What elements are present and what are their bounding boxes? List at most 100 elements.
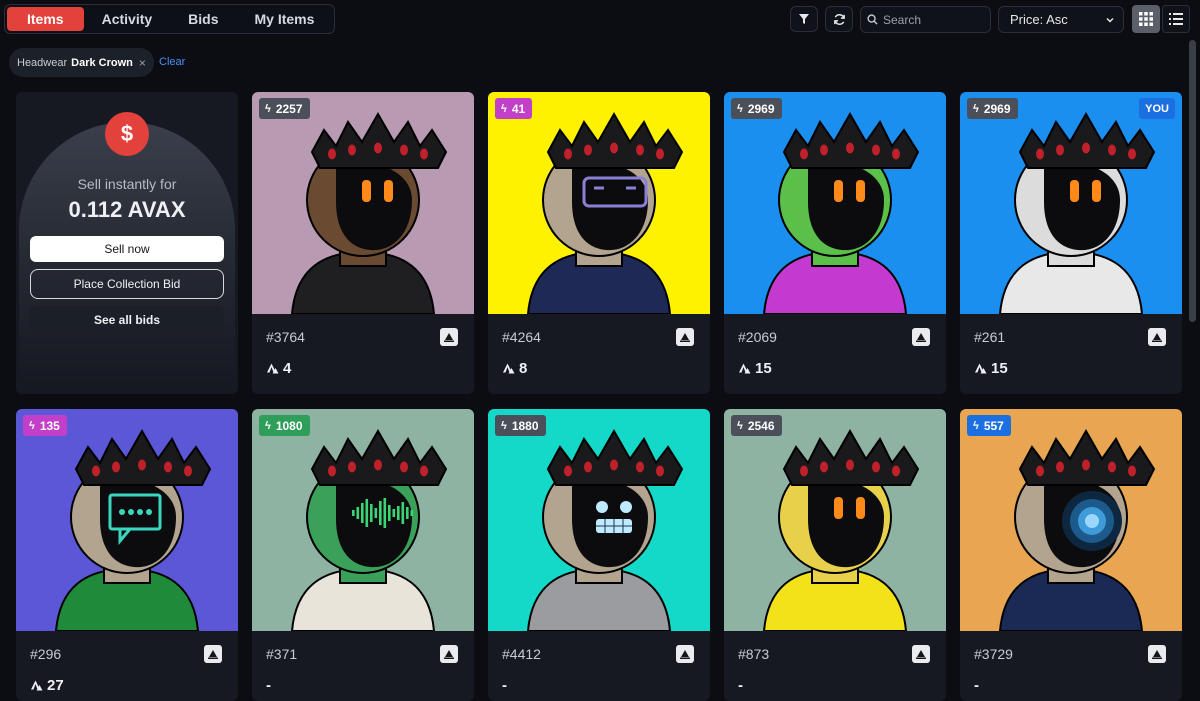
nft-artwork xyxy=(960,409,1182,631)
item-price-value: 15 xyxy=(991,360,1008,377)
nft-card[interactable]: ϟ 1080 #371 - xyxy=(252,409,474,701)
marketplace-button[interactable] xyxy=(1148,328,1166,346)
sort-label: Price: Asc xyxy=(1010,12,1068,27)
rarity-rank: 2257 xyxy=(275,101,303,116)
sell-instantly-label: Sell instantly for xyxy=(77,176,177,192)
marketplace-button[interactable] xyxy=(440,328,458,346)
close-icon[interactable]: × xyxy=(139,56,146,70)
sort-dropdown[interactable]: Price: Asc xyxy=(998,6,1124,33)
item-price-value: - xyxy=(502,677,507,694)
nft-artwork xyxy=(252,92,474,314)
clear-filters-link[interactable]: Clear xyxy=(159,56,185,68)
nft-artwork xyxy=(960,92,1182,314)
search-input[interactable] xyxy=(883,12,983,27)
rarity-rank-badge: ϟ 41 xyxy=(495,98,533,119)
rarity-rank: 2969 xyxy=(747,101,775,116)
item-price-value: 4 xyxy=(283,360,292,377)
avax-icon xyxy=(503,363,515,374)
sell-now-button[interactable]: Sell now xyxy=(30,236,224,262)
see-all-bids-button[interactable]: See all bids xyxy=(30,306,224,334)
refresh-icon xyxy=(833,13,845,25)
nft-artwork xyxy=(488,409,710,631)
marketplace-button[interactable] xyxy=(440,645,458,663)
scrollbar[interactable] xyxy=(1189,40,1196,322)
sell-price: 0.112 AVAX xyxy=(68,197,186,222)
item-price: 27 xyxy=(30,677,64,694)
item-price: 8 xyxy=(502,360,527,377)
item-price-value: 15 xyxy=(755,360,772,377)
item-name: #4264 xyxy=(502,329,541,345)
nft-card[interactable]: ϟ 2546 #873 - xyxy=(724,409,946,701)
item-price-value: 8 xyxy=(519,360,528,377)
marketplace-button[interactable] xyxy=(1148,645,1166,663)
tab-items[interactable]: Items xyxy=(7,7,84,31)
filter-chip-value: Dark Crown xyxy=(71,56,133,69)
item-price: 15 xyxy=(738,360,772,377)
refresh-button[interactable] xyxy=(825,6,853,32)
rarity-rank-badge: ϟ 2969 xyxy=(731,98,782,119)
item-name: #3764 xyxy=(266,329,305,345)
rarity-rank: 1880 xyxy=(511,418,539,433)
nft-artwork xyxy=(16,409,238,631)
marketplace-icon xyxy=(208,650,218,659)
item-price: 4 xyxy=(266,360,291,377)
item-price: 15 xyxy=(974,360,1008,377)
marketplace-icon xyxy=(1152,650,1162,659)
owned-badge: YOU xyxy=(1139,98,1175,119)
item-name: #261 xyxy=(974,329,1006,345)
rarity-rank-badge: ϟ 2257 xyxy=(259,98,310,119)
marketplace-icon xyxy=(1152,333,1162,342)
list-view-icon xyxy=(1169,13,1183,25)
tab-bar: Items Activity Bids My Items xyxy=(4,4,336,34)
item-name: #3729 xyxy=(974,646,1013,662)
item-name: #371 xyxy=(266,646,298,662)
item-name: #2069 xyxy=(738,329,777,345)
rarity-rank-badge: ϟ 2969 xyxy=(967,98,1018,119)
item-price-value: - xyxy=(974,677,979,694)
nft-artwork xyxy=(724,92,946,314)
rarity-rank-badge: ϟ 1880 xyxy=(495,415,546,436)
rarity-rank-badge: ϟ 557 xyxy=(967,415,1011,436)
lightning-icon: ϟ xyxy=(973,419,979,432)
nft-card[interactable]: ϟ 2969 #2069 15 xyxy=(724,92,946,394)
lightning-icon: ϟ xyxy=(501,419,507,432)
item-price-value: - xyxy=(266,677,271,694)
nft-artwork xyxy=(724,409,946,631)
marketplace-icon xyxy=(680,333,690,342)
place-collection-bid-button[interactable]: Place Collection Bid xyxy=(30,269,224,299)
nft-card[interactable]: ϟ 135 #296 27 xyxy=(16,409,238,701)
chevron-down-icon xyxy=(1106,17,1114,23)
dollar-icon: $ xyxy=(105,112,149,156)
avax-icon xyxy=(975,363,987,374)
grid-view-button[interactable] xyxy=(1132,5,1160,33)
rarity-rank-badge: ϟ 135 xyxy=(23,415,67,436)
search-icon xyxy=(867,14,878,25)
filter-icon xyxy=(799,14,809,24)
item-price-value: 27 xyxy=(47,677,64,694)
marketplace-button[interactable] xyxy=(676,645,694,663)
marketplace-button[interactable] xyxy=(676,328,694,346)
nft-card[interactable]: ϟ 2969 YOU #261 15 xyxy=(960,92,1182,394)
nft-card[interactable]: ϟ 557 #3729 - xyxy=(960,409,1182,701)
list-view-button[interactable] xyxy=(1162,5,1190,33)
nft-card[interactable]: ϟ 1880 #4412 - xyxy=(488,409,710,701)
nft-card[interactable]: ϟ 41 #4264 8 xyxy=(488,92,710,394)
marketplace-button[interactable] xyxy=(912,328,930,346)
lightning-icon: ϟ xyxy=(737,419,743,432)
lightning-icon: ϟ xyxy=(29,419,35,432)
sell-panel: $ Sell instantly for 0.112 AVAX Sell now… xyxy=(16,92,238,394)
rarity-rank: 557 xyxy=(983,418,1004,433)
marketplace-icon xyxy=(916,333,926,342)
rarity-rank: 1080 xyxy=(275,418,303,433)
marketplace-button[interactable] xyxy=(204,645,222,663)
marketplace-button[interactable] xyxy=(912,645,930,663)
item-price: - xyxy=(738,677,743,694)
grid-view-icon xyxy=(1139,12,1153,26)
tab-bids[interactable]: Bids xyxy=(170,7,236,31)
filter-button[interactable] xyxy=(790,6,818,32)
avax-icon xyxy=(739,363,751,374)
avax-icon xyxy=(31,680,43,691)
nft-card[interactable]: ϟ 2257 #3764 4 xyxy=(252,92,474,394)
tab-my-items[interactable]: My Items xyxy=(237,7,333,31)
tab-activity[interactable]: Activity xyxy=(84,7,171,31)
